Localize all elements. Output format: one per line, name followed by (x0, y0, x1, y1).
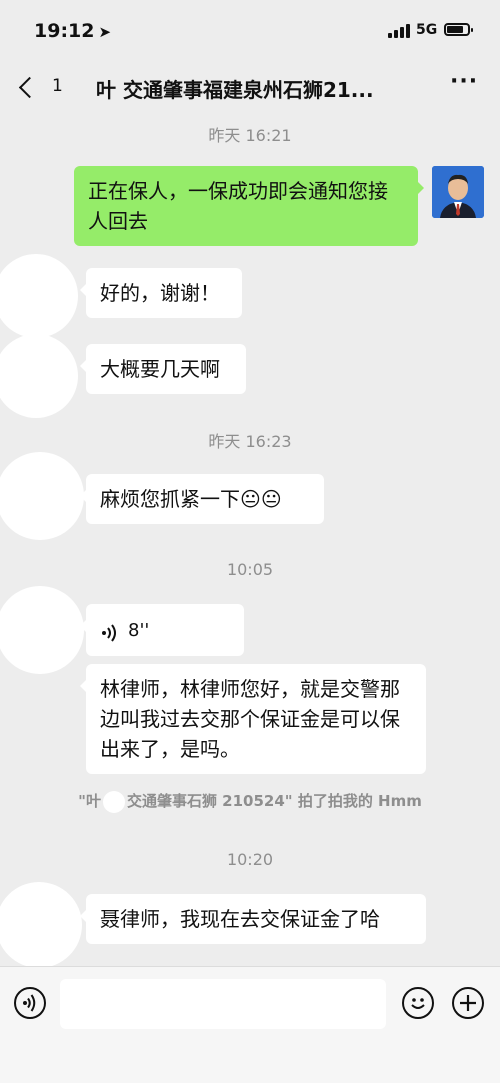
more-button[interactable]: ··· (450, 71, 478, 96)
status-bar: 19:12 ➤ 5G (0, 0, 500, 62)
status-time: 19:12 ➤ (34, 20, 111, 42)
message-input[interactable] (60, 979, 386, 1029)
message-in[interactable]: 麻烦您抓紧一下😐😐 (80, 474, 324, 524)
timestamp: 10:05 (226, 560, 274, 579)
location-icon: ➤ (98, 23, 112, 41)
system-text-pre: "叶 (78, 792, 101, 810)
system-text-post: 交通肇事石狮 210524" 拍了拍我的 Hmm (126, 792, 422, 810)
message-text: 麻烦您抓紧一下 (100, 487, 240, 511)
voice-wave-icon (100, 621, 122, 642)
avatar-portrait-icon (432, 166, 484, 218)
emoji-button[interactable] (402, 987, 434, 1019)
message-in[interactable]: 好的，谢谢！ (80, 268, 242, 318)
add-button[interactable] (452, 987, 484, 1019)
battery-icon (444, 23, 473, 36)
message-in[interactable]: 林律师，林律师您好，就是交警那边叫我过去交那个保证金是可以保出来了，是吗。 (80, 664, 426, 774)
voice-icon (23, 994, 36, 1012)
ellipsis-icon: ··· (450, 69, 479, 94)
unread-count: 1 (52, 76, 63, 96)
timestamp: 10:20 (226, 850, 274, 869)
avatar[interactable] (432, 166, 484, 218)
network-label: 5G (416, 22, 438, 38)
system-notice: "叶 交通肇事石狮 210524" 拍了拍我的 Hmm (0, 790, 500, 813)
input-bar (0, 966, 500, 1083)
voice-message[interactable]: 8'' (80, 604, 244, 656)
emoji-icon (411, 998, 425, 1009)
timestamp: 昨天 16:23 (208, 432, 292, 451)
avatar[interactable] (0, 254, 78, 338)
timestamp: 昨天 16:21 (208, 126, 292, 145)
avatar[interactable] (0, 586, 84, 674)
chat-header: 1 叶 交通肇事福建泉州石狮21... ··· (0, 62, 500, 114)
emoji-icon: 😐 (260, 487, 282, 511)
emoji-icon: 😐 (240, 487, 261, 511)
avatar[interactable] (0, 452, 84, 540)
avatar[interactable] (0, 882, 82, 968)
clock-text: 19:12 (34, 20, 95, 42)
plus-icon (460, 995, 476, 1011)
message-in[interactable]: 聂律师，我现在去交保证金了哈 (80, 894, 426, 944)
message-out[interactable]: 正在保人，一保成功即会通知您接人回去 (74, 166, 424, 246)
name-mask (102, 790, 125, 813)
avatar[interactable] (0, 334, 78, 418)
back-button[interactable]: 1 (16, 72, 72, 106)
chat-title: 叶 交通肇事福建泉州石狮21... (96, 78, 374, 102)
message-in[interactable]: 大概要几天啊 (80, 344, 246, 394)
voice-toggle-button[interactable] (14, 987, 46, 1019)
voice-duration: 8'' (128, 620, 150, 641)
signal-icon (388, 24, 410, 38)
chevron-left-icon (18, 76, 41, 99)
